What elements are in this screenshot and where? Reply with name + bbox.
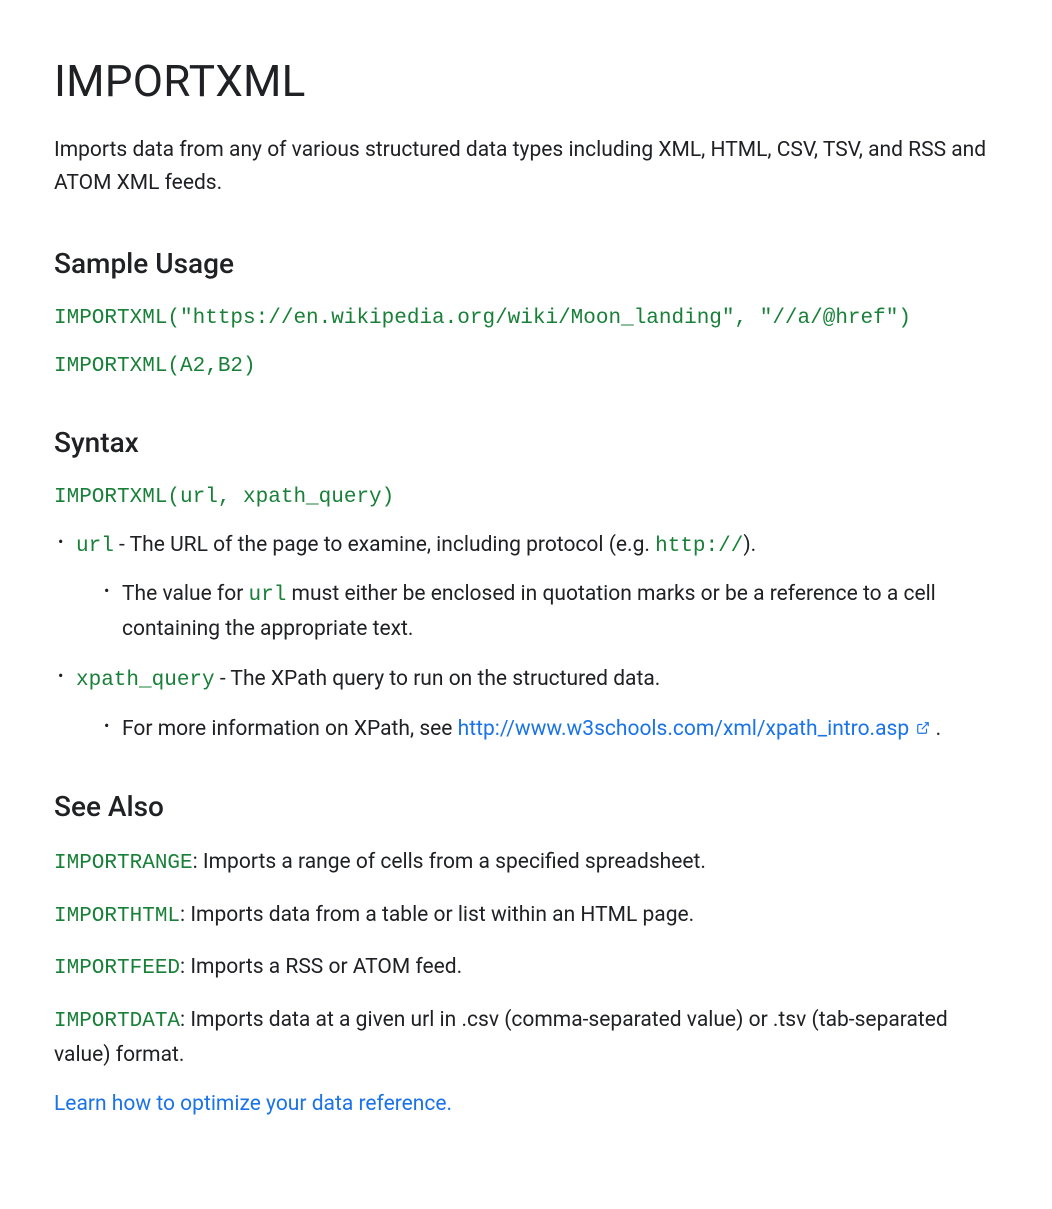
param-desc-xpath: - The XPath query to run on the structur…	[215, 667, 661, 691]
see-also-item-importdata: IMPORTDATA: Imports data at a given url …	[54, 1004, 998, 1071]
xpath-note-prefix: For more information on XPath, see	[122, 717, 458, 741]
external-link-icon	[916, 721, 930, 735]
syntax-param-xpath-sub: For more information on XPath, see http:…	[76, 713, 998, 747]
param-name-xpath: xpath_query	[76, 669, 215, 692]
xpath-note-suffix: .	[930, 717, 941, 741]
param-desc-url-after: ).	[743, 533, 756, 557]
sample-usage-example-2: IMPORTXML(A2,B2)	[54, 351, 998, 383]
syntax-param-xpath-note: For more information on XPath, see http:…	[100, 713, 998, 747]
learn-link[interactable]: Learn how to optimize your data referenc…	[54, 1092, 452, 1116]
see-also-heading: See Also	[54, 786, 998, 828]
param-desc-url-code: http://	[655, 535, 743, 558]
syntax-signature: IMPORTXML(url, xpath_query)	[54, 482, 998, 514]
syntax-param-url-note: The value for url must either be enclose…	[100, 578, 998, 646]
syntax-heading: Syntax	[54, 422, 998, 464]
sample-usage-heading: Sample Usage	[54, 243, 998, 285]
see-also-code-importdata: IMPORTDATA	[54, 1010, 180, 1033]
xpath-link[interactable]: http://www.w3schools.com/xml/xpath_intro…	[458, 717, 910, 741]
see-also-desc-importrange: : Imports a range of cells from a specif…	[193, 850, 706, 874]
url-note-prefix: The value for	[122, 582, 249, 606]
see-also-item-importhtml: IMPORTHTML: Imports data from a table or…	[54, 899, 998, 934]
see-also-code-importrange: IMPORTRANGE	[54, 852, 193, 875]
syntax-param-list: url - The URL of the page to examine, in…	[54, 530, 998, 747]
sample-usage-section: Sample Usage IMPORTXML("https://en.wikip…	[54, 243, 998, 382]
see-also-desc-importdata: : Imports data at a given url in .csv (c…	[54, 1008, 948, 1067]
sample-usage-example-1: IMPORTXML("https://en.wikipedia.org/wiki…	[54, 303, 998, 335]
param-desc-url: - The URL of the page to examine, includ…	[114, 533, 655, 557]
see-also-desc-importhtml: : Imports data from a table or list with…	[180, 903, 694, 927]
learn-link-wrap: Learn how to optimize your data referenc…	[54, 1089, 998, 1121]
syntax-section: Syntax IMPORTXML(url, xpath_query) url -…	[54, 422, 998, 746]
param-name-url: url	[76, 535, 114, 558]
syntax-param-url-sub: The value for url must either be enclose…	[76, 578, 998, 646]
see-also-item-importfeed: IMPORTFEED: Imports a RSS or ATOM feed.	[54, 951, 998, 986]
page-title: IMPORTXML	[54, 48, 998, 114]
intro-paragraph: Imports data from any of various structu…	[54, 134, 998, 199]
syntax-param-xpath: xpath_query - The XPath query to run on …	[54, 664, 998, 746]
syntax-param-url: url - The URL of the page to examine, in…	[54, 530, 998, 647]
see-also-desc-importfeed: : Imports a RSS or ATOM feed.	[180, 955, 462, 979]
see-also-item-importrange: IMPORTRANGE: Imports a range of cells fr…	[54, 846, 998, 881]
see-also-code-importhtml: IMPORTHTML	[54, 905, 180, 928]
see-also-code-importfeed: IMPORTFEED	[54, 957, 180, 980]
url-note-code: url	[249, 584, 287, 607]
see-also-section: See Also IMPORTRANGE: Imports a range of…	[54, 786, 998, 1120]
